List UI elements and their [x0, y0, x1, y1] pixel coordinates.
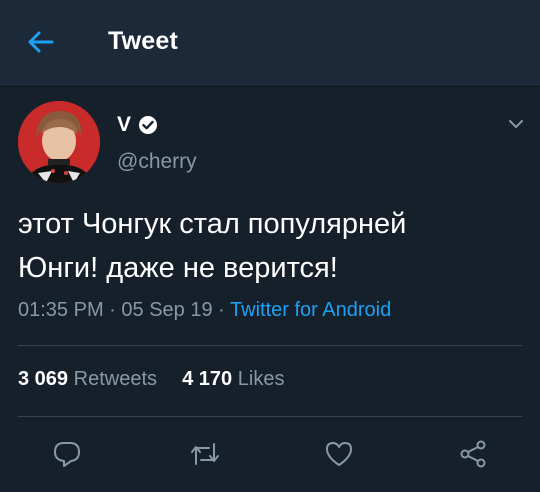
- retweet-button[interactable]: [189, 438, 221, 470]
- separator-dot: ·: [218, 299, 231, 321]
- arrow-left-icon: [28, 31, 54, 53]
- page-title: Tweet: [108, 27, 178, 55]
- like-button[interactable]: [323, 438, 355, 470]
- tweet-source-link[interactable]: Twitter for Android: [230, 299, 391, 321]
- author-name[interactable]: V: [117, 113, 131, 137]
- tweet-text-line: этот Чонгук стал популярней: [18, 208, 407, 240]
- likes-label: Likes: [237, 368, 285, 390]
- heart-icon: [326, 442, 352, 466]
- back-button[interactable]: [18, 22, 62, 62]
- retweets-count: 3 069: [18, 368, 69, 390]
- tweet-date: 05 Sep 19: [121, 299, 213, 321]
- tweet-meta: 01:35 PM · 05 Sep 19 · Twitter for Andro…: [18, 299, 391, 322]
- engagement-stats: 3 069 Retweets 4 170 Likes: [18, 368, 284, 391]
- tweet-text-line: Юнги! даже не верится!: [18, 252, 338, 284]
- chevron-down-icon[interactable]: [505, 113, 527, 135]
- separator-dot: ·: [109, 299, 122, 321]
- divider: [18, 345, 522, 346]
- verified-badge-icon: [139, 116, 157, 134]
- likes-count: 4 170: [182, 368, 233, 390]
- reply-button[interactable]: [51, 438, 83, 470]
- avatar[interactable]: [18, 101, 100, 183]
- top-bar: Tweet: [0, 0, 540, 87]
- author-handle[interactable]: @cherry: [117, 150, 197, 174]
- retweet-icon: [191, 443, 219, 465]
- tweet-time: 01:35 PM: [18, 299, 104, 321]
- divider: [18, 416, 522, 417]
- retweets-label: Retweets: [73, 368, 157, 390]
- retweets-stat[interactable]: 3 069 Retweets: [18, 368, 163, 390]
- tweet-text: этот Чонгук стал популярней Юнги! даже н…: [18, 202, 518, 290]
- avatar-image: [18, 101, 100, 183]
- share-icon: [460, 440, 486, 468]
- share-button[interactable]: [457, 438, 489, 470]
- reply-icon: [54, 442, 80, 467]
- likes-stat[interactable]: 4 170 Likes: [182, 368, 284, 390]
